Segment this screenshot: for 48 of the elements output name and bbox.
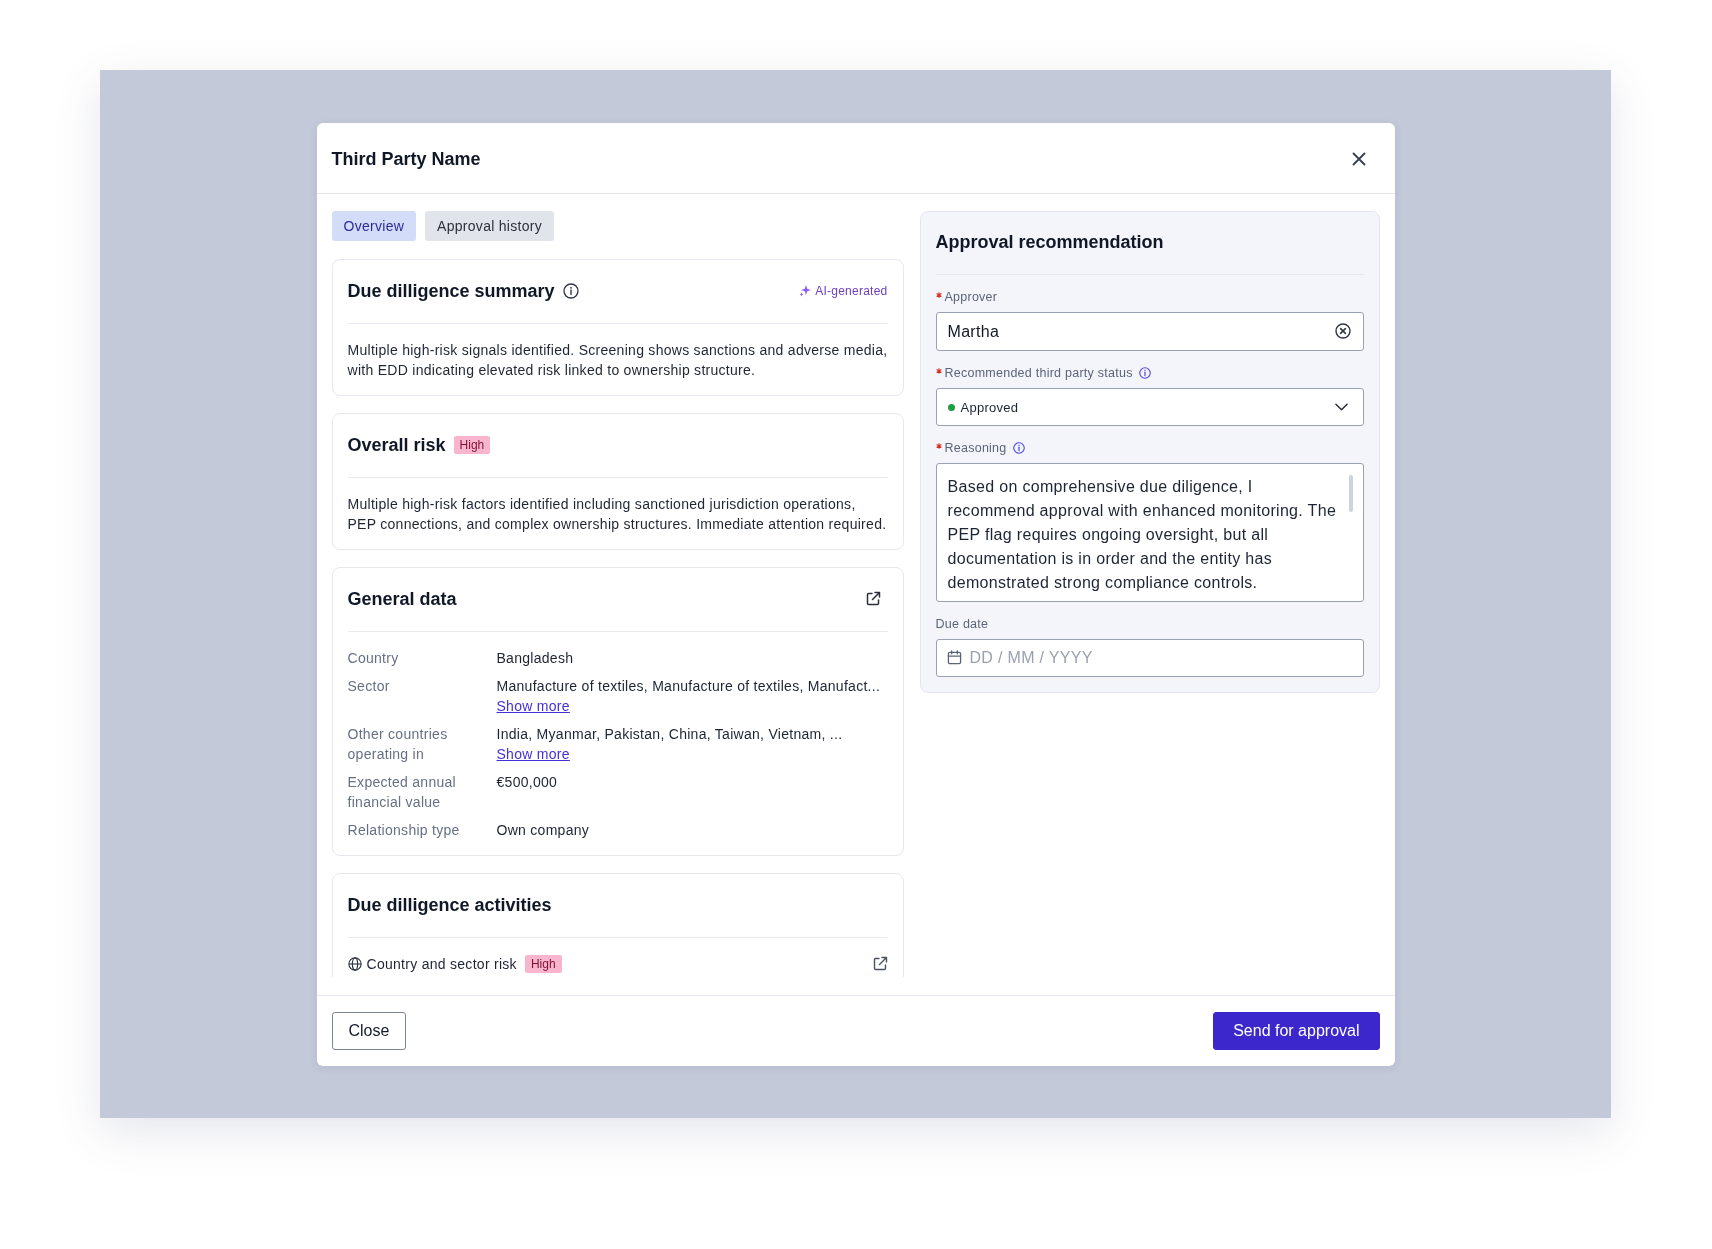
card-title: General data xyxy=(347,588,457,610)
close-icon xyxy=(1350,151,1367,167)
risk-badge: High xyxy=(453,436,491,454)
risk-text: Multiple high-risk factors identified including sanctioned jurisdiction operations, PEP connections, and complex ownership structures. Immediate attention required. xyxy=(347,495,888,534)
external-link-icon[interactable] xyxy=(864,591,881,607)
close-button[interactable]: Close xyxy=(331,1012,407,1050)
external-link-icon[interactable] xyxy=(871,956,888,972)
field-label: Approver xyxy=(944,290,998,304)
field-value: Bangladesh xyxy=(496,649,574,668)
calendar-icon xyxy=(946,650,962,665)
field-value: India, Myanmar, Pakistan, China, Taiwan, Vietnam, ... xyxy=(496,725,843,744)
card-title: Due dilligence summary xyxy=(347,280,555,302)
text-area[interactable]: Based on comprehensive due diligence, I recommend approval with enhanced monitoring. The PEP flag requires ongoing oversight, but all documentation is in order and the entity has demonstrated strong compliance controls. xyxy=(935,463,1364,602)
card-title: Due dilligence activities xyxy=(347,894,552,916)
field-value: Own company xyxy=(496,821,590,840)
show-more-link[interactable]: Show more xyxy=(496,744,570,764)
field-label: Due date xyxy=(935,617,989,631)
field-label: Expected annual financial value xyxy=(347,773,457,812)
field-label: Country xyxy=(347,649,400,668)
clear-icon[interactable] xyxy=(1334,323,1351,339)
field-label: Relationship type xyxy=(347,821,461,840)
panel-title: Approval recommendation xyxy=(935,231,1165,254)
show-more-link[interactable]: Show more xyxy=(496,696,570,716)
field-label: Other countries operating in xyxy=(347,725,449,764)
card-title: Overall risk xyxy=(347,434,446,456)
info-icon[interactable] xyxy=(1138,367,1151,379)
sparkle-icon xyxy=(799,285,812,297)
summary-text: Multiple high-risk signals identified. Screening shows sanctions and adverse media, with EDD indicating elevated risk linked to ownership structure. xyxy=(347,341,888,380)
status-select[interactable]: Approved xyxy=(935,388,1364,426)
text-field[interactable]: Martha xyxy=(935,312,1364,351)
field-label: Reasoning xyxy=(944,441,1007,455)
tab[interactable]: Overview xyxy=(331,211,417,241)
activity-label: Country and sector risk xyxy=(366,956,517,972)
info-icon[interactable] xyxy=(562,283,579,299)
scrollbar-thumb[interactable] xyxy=(1348,475,1353,512)
field-label: Sector xyxy=(347,677,391,696)
field-value: €500,000 xyxy=(496,773,558,792)
field-label: Recommended third party status xyxy=(944,366,1133,380)
risk-badge: High xyxy=(524,955,562,973)
field-value: Manufacture of textiles, Manufacture of textiles, Manufact... xyxy=(496,677,881,696)
info-icon[interactable] xyxy=(1012,442,1025,454)
send-button[interactable]: Send for approval xyxy=(1213,1012,1380,1050)
chevron-down-icon xyxy=(1334,403,1348,411)
date-field[interactable]: DD / MM / YYYY xyxy=(935,639,1364,677)
tab[interactable]: Approval history xyxy=(425,211,554,241)
modal-title: Third Party Name xyxy=(331,148,481,170)
ai-generated-label: AI-generated xyxy=(815,284,888,298)
globe-icon xyxy=(347,957,362,971)
